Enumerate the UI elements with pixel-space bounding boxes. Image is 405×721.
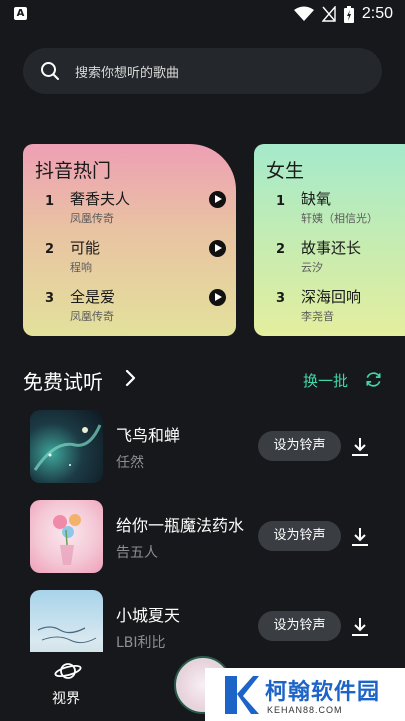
chart-card-female[interactable]: 女生 1 缺氧 轩姨（相信光） 2 故事还长 云汐 3 深海回响 李尧音 — [254, 144, 405, 336]
watermark-url: KEHAN88.COM — [267, 705, 343, 715]
status-icons: 2:50 — [293, 4, 393, 24]
set-ringtone-button[interactable]: 设为铃声 — [258, 521, 341, 551]
chart-song-artist: 李尧音 — [301, 310, 334, 323]
chart-card-title: 女生 — [266, 160, 305, 182]
download-icon[interactable] — [350, 526, 370, 548]
play-icon[interactable] — [209, 191, 226, 208]
nav-label: 视界 — [52, 691, 80, 707]
signal-icon — [321, 6, 336, 22]
chart-song-name[interactable]: 缺氧 — [301, 188, 331, 209]
chart-song-name[interactable]: 奢香夫人 — [70, 188, 130, 209]
list-item[interactable]: 给你一瓶魔法药水 告五人 设为铃声 — [0, 500, 405, 580]
chart-card-douyin-hot[interactable]: 抖音热门 1 奢香夫人 凤凰传奇 2 可能 程响 3 全是爱 凤凰传奇 — [23, 144, 236, 336]
chart-song-name[interactable]: 可能 — [70, 237, 100, 258]
watermark-name: 柯翰软件园 — [265, 680, 381, 705]
rank-number: 3 — [276, 291, 286, 306]
refresh-icon[interactable] — [364, 370, 383, 389]
battery-icon — [343, 5, 354, 23]
set-ringtone-button[interactable]: 设为铃声 — [258, 431, 341, 461]
status-bar: A 2:50 — [0, 0, 405, 30]
chevron-right-icon[interactable] — [124, 368, 138, 388]
chart-song-artist: 轩姨（相信光） — [301, 212, 378, 225]
chart-song-artist: 凤凰传奇 — [70, 310, 114, 323]
chart-song-name[interactable]: 全是爱 — [70, 286, 115, 307]
rank-number: 2 — [45, 242, 55, 257]
song-title[interactable]: 给你一瓶魔法药水 — [116, 512, 244, 536]
song-artist: 任然 — [116, 455, 144, 471]
notification-app-icon: A — [14, 7, 27, 20]
search-icon — [41, 62, 59, 80]
list-item[interactable]: 飞鸟和蝉 任然 设为铃声 — [0, 410, 405, 490]
search-input[interactable]: 搜索你想听的歌曲 — [23, 48, 382, 94]
song-title[interactable]: 飞鸟和蝉 — [116, 422, 180, 446]
chart-song-name[interactable]: 故事还长 — [301, 237, 361, 258]
section-title[interactable]: 免费试听 — [23, 366, 103, 395]
rank-number: 1 — [276, 194, 286, 209]
chart-card-title: 抖音热门 — [35, 160, 112, 182]
album-cover — [30, 500, 103, 573]
album-cover — [30, 410, 103, 483]
search-placeholder: 搜索你想听的歌曲 — [75, 66, 180, 81]
chart-song-artist: 凤凰传奇 — [70, 212, 114, 225]
set-ringtone-button[interactable]: 设为铃声 — [258, 611, 341, 641]
chart-song-artist: 程响 — [70, 261, 92, 274]
rank-number: 2 — [276, 242, 286, 257]
watermark: 柯翰软件园 KEHAN88.COM — [205, 668, 405, 721]
chart-song-artist: 云汐 — [301, 261, 323, 274]
planet-icon — [54, 663, 82, 679]
rank-number: 1 — [45, 194, 55, 209]
play-icon[interactable] — [209, 289, 226, 306]
play-icon[interactable] — [209, 240, 226, 257]
song-artist: LBI利比 — [116, 635, 166, 651]
song-title[interactable]: 小城夏天 — [116, 602, 180, 626]
watermark-logo-icon — [225, 676, 259, 714]
rank-number: 3 — [45, 291, 55, 306]
status-time: 2:50 — [361, 5, 393, 22]
song-artist: 告五人 — [116, 545, 158, 561]
download-icon[interactable] — [350, 616, 370, 638]
download-icon[interactable] — [350, 436, 370, 458]
wifi-icon — [293, 6, 314, 21]
chart-song-name[interactable]: 深海回响 — [301, 286, 361, 307]
refresh-batch-button[interactable]: 换一批 — [303, 370, 348, 391]
